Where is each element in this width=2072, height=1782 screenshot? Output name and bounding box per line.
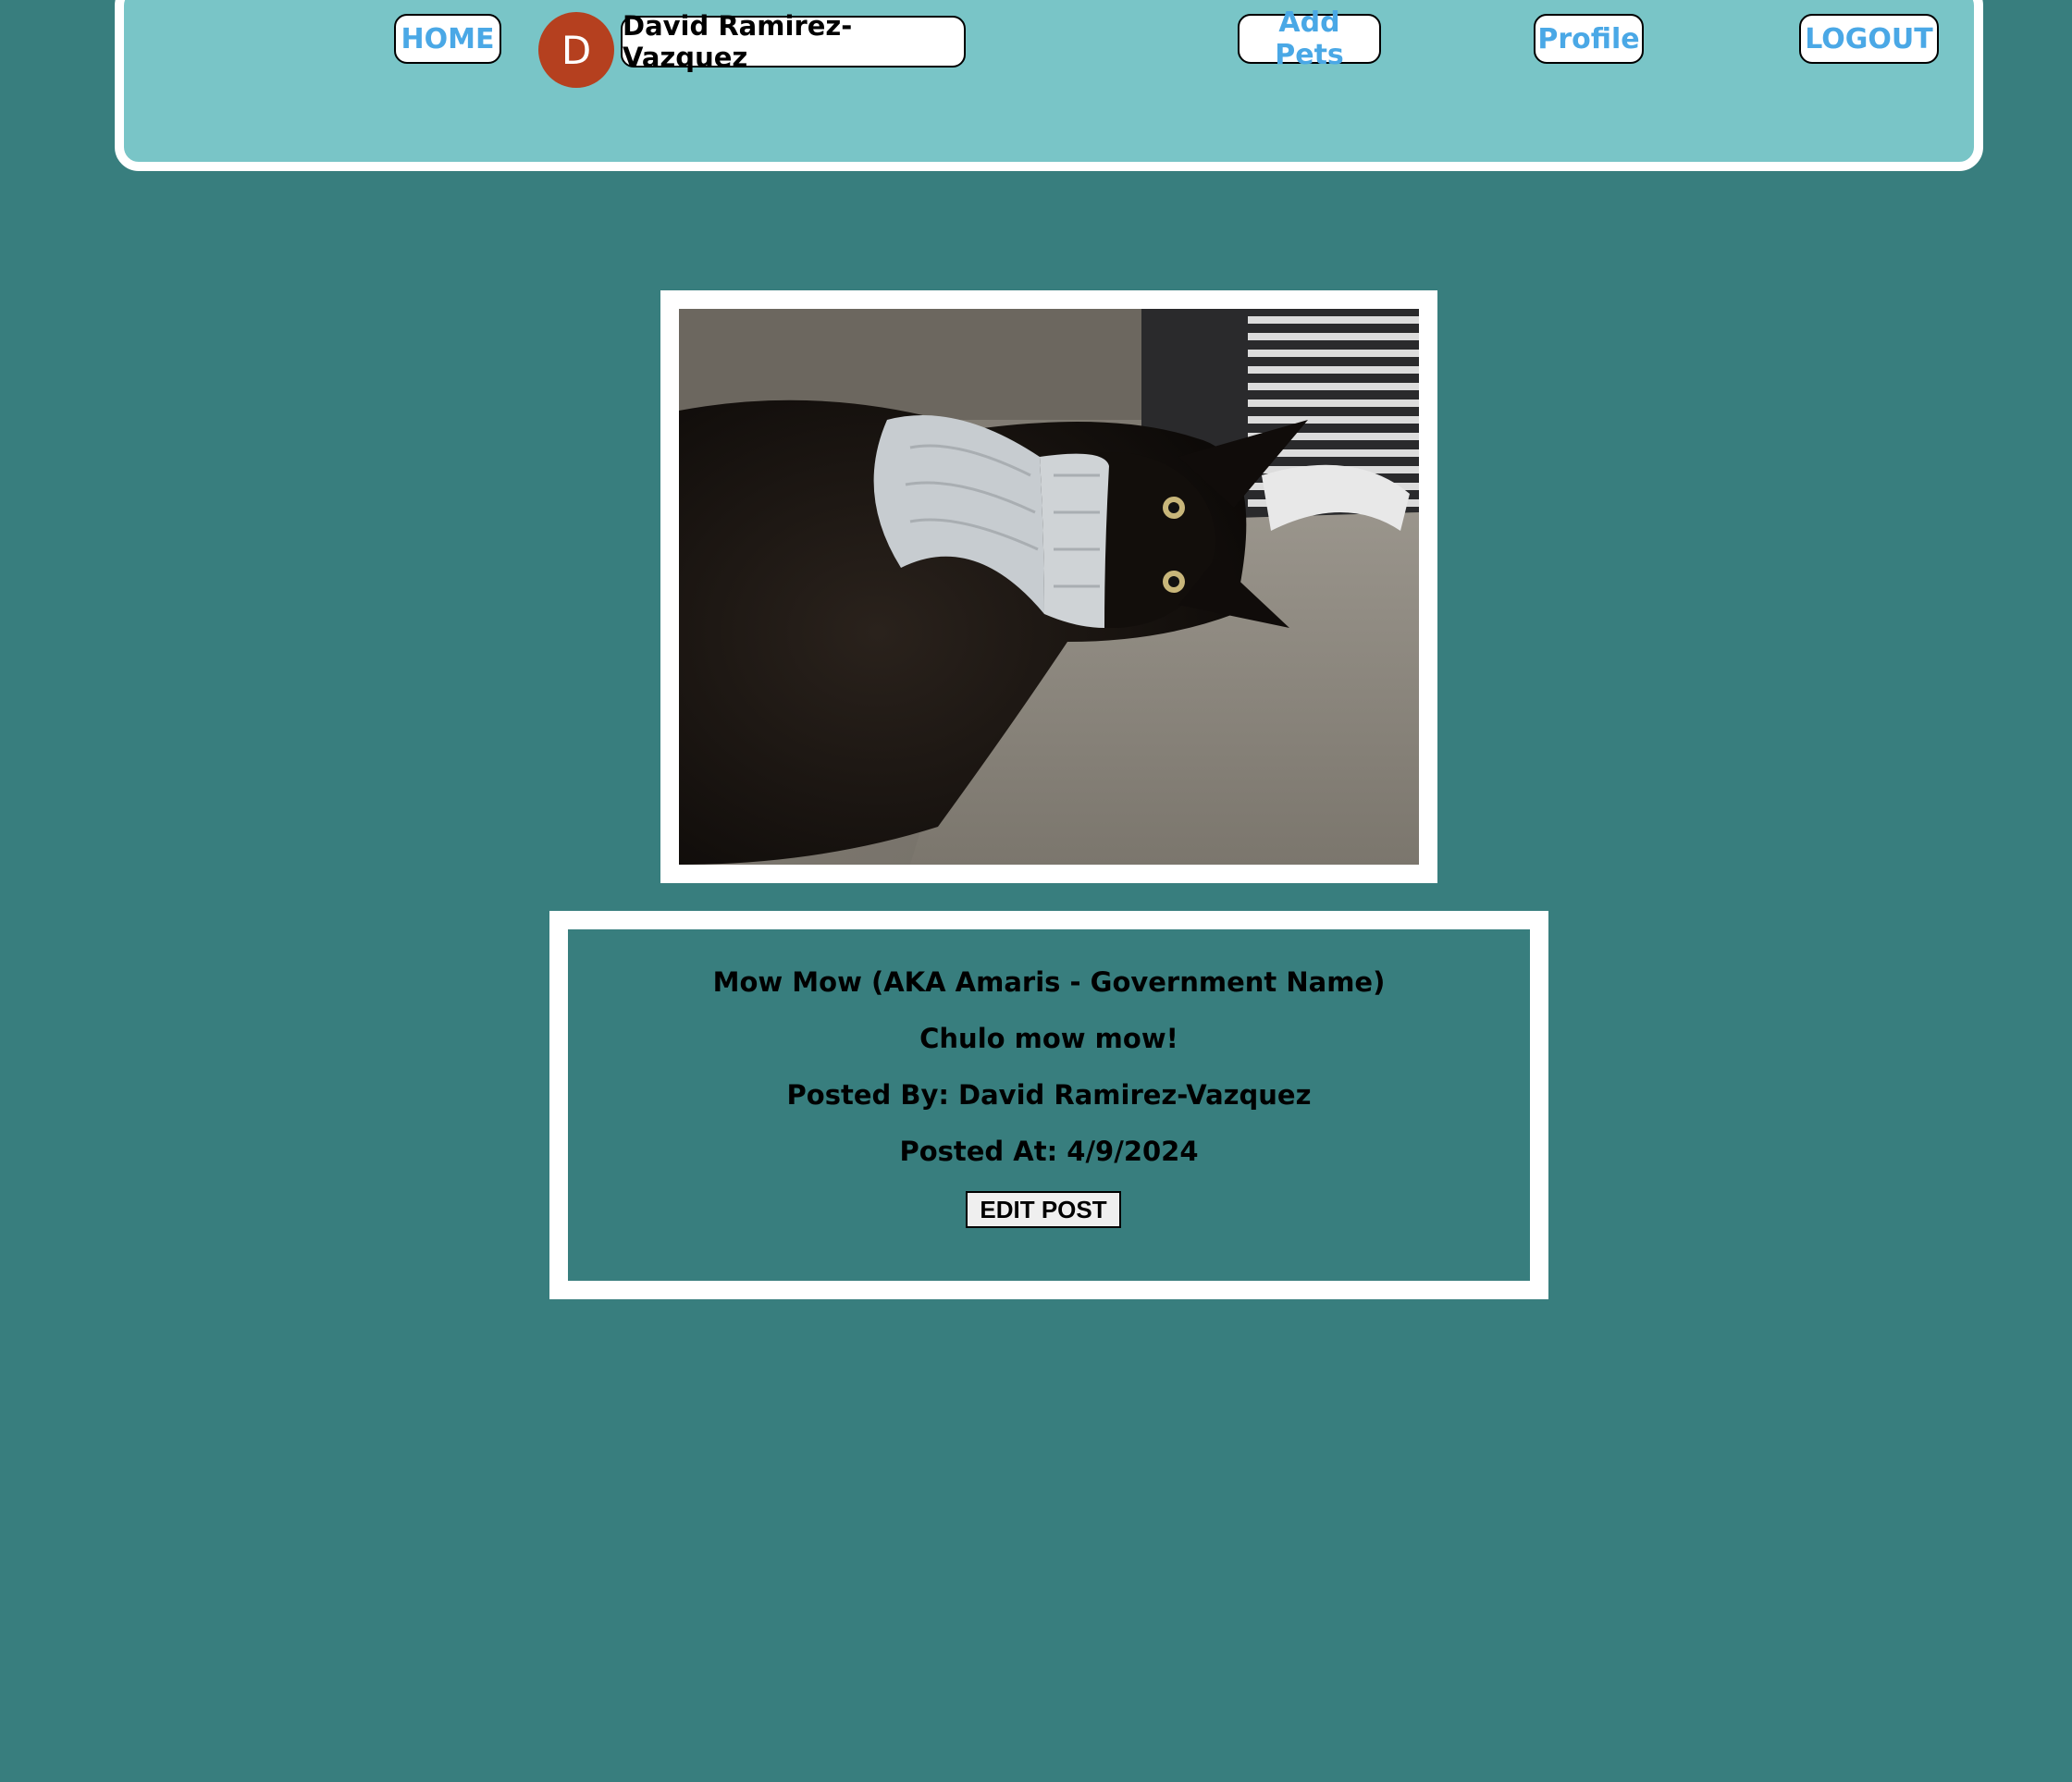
profile-link[interactable]: Profile	[1534, 14, 1644, 64]
user-avatar: D	[538, 12, 614, 88]
navbar: HOME D David Ramirez-Vazquez Add Pets Pr…	[115, 0, 1983, 171]
home-link[interactable]: HOME	[394, 14, 501, 64]
logout-link[interactable]: LOGOUT	[1799, 14, 1939, 64]
edit-post-button[interactable]: EDIT POST	[966, 1191, 1121, 1228]
post-description: Chulo mow mow!	[919, 1023, 1178, 1054]
posted-by: Posted By: David Ramirez-Vazquez	[786, 1079, 1312, 1111]
add-pets-link[interactable]: Add Pets	[1238, 6, 1381, 71]
pet-photo	[679, 309, 1419, 865]
pet-photo-frame	[660, 290, 1437, 883]
posted-at: Posted At: 4/9/2024	[899, 1136, 1199, 1167]
post-info-card: Mow Mow (AKA Amaris - Government Name) C…	[549, 911, 1548, 1299]
pet-name: Mow Mow (AKA Amaris - Government Name)	[712, 966, 1386, 998]
user-name-badge: David Ramirez-Vazquez	[621, 10, 966, 73]
